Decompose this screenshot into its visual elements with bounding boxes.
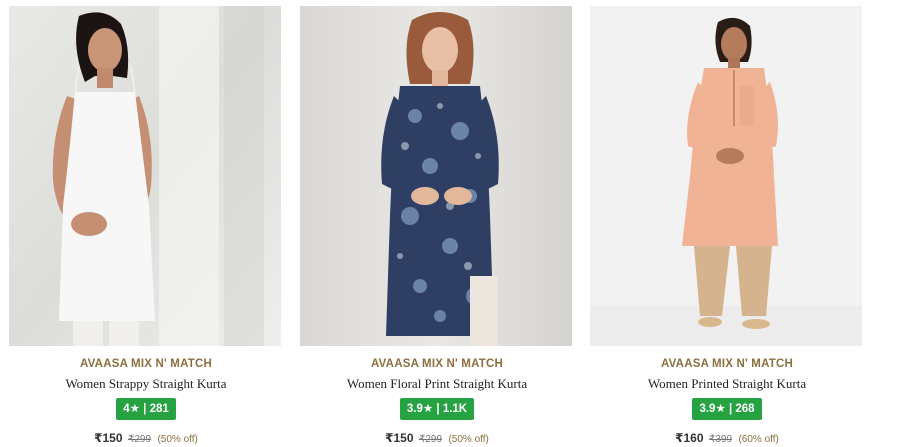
mrp-price: ₹299: [418, 434, 443, 445]
discount-label: (50% off): [448, 434, 489, 445]
rating-value: 3.9: [406, 403, 423, 415]
product-photo-white-kurta: [9, 6, 281, 346]
product-name[interactable]: Women Floral Print Straight Kurta: [300, 376, 574, 392]
rating-badge: 3.9★ | 1.1K: [399, 398, 475, 420]
rating-wrapper: 3.9★ | 1.1K: [300, 398, 574, 420]
rating-separator: |: [143, 403, 147, 415]
price-row: ₹150 ₹299 (50% off): [9, 429, 283, 447]
product-brand: AVAASA MIX N' MATCH: [661, 358, 793, 370]
rating-wrapper: 4★ | 281: [9, 398, 283, 420]
star-icon: ★: [715, 403, 726, 415]
rating-wrapper: 3.9★ | 268: [590, 398, 864, 420]
selling-price: ₹150: [385, 431, 414, 445]
product-name[interactable]: Women Strappy Straight Kurta: [9, 376, 283, 392]
price-row: ₹160 ₹399 (60% off): [590, 429, 864, 447]
product-card[interactable]: AVAASA MIX N' MATCH Women Printed Straig…: [590, 6, 864, 447]
rating-count: 268: [735, 403, 755, 415]
product-photo-floral-kurta: [300, 6, 572, 346]
product-card[interactable]: AVAASA MIX N' MATCH Women Floral Print S…: [300, 6, 574, 447]
product-brand: AVAASA MIX N' MATCH: [80, 358, 212, 370]
product-image[interactable]: [9, 6, 281, 346]
rating-count: 281: [149, 403, 169, 415]
selling-price: ₹160: [675, 431, 704, 445]
rating-count: 1.1K: [442, 403, 468, 415]
product-brand: AVAASA MIX N' MATCH: [371, 358, 503, 370]
product-photo-peach-kurta: [590, 6, 862, 346]
product-image[interactable]: [300, 6, 572, 346]
star-icon: ★: [422, 403, 434, 415]
price-row: ₹150 ₹299 (50% off): [300, 429, 574, 447]
mrp-price: ₹299: [127, 434, 152, 445]
selling-price: ₹150: [94, 431, 123, 445]
product-name[interactable]: Women Printed Straight Kurta: [590, 376, 864, 392]
product-grid: AVAASA MIX N' MATCH Women Strappy Straig…: [0, 0, 897, 447]
rating-value: 3.9: [699, 403, 716, 415]
mrp-price: ₹399: [708, 434, 733, 445]
rating-separator: |: [728, 403, 733, 415]
rating-badge: 3.9★ | 268: [692, 398, 762, 420]
star-icon: ★: [129, 403, 140, 415]
rating-separator: |: [436, 403, 440, 415]
discount-label: (50% off): [157, 434, 198, 445]
product-card[interactable]: AVAASA MIX N' MATCH Women Strappy Straig…: [9, 6, 283, 447]
rating-badge: 4★ | 281: [116, 398, 176, 420]
product-image[interactable]: [590, 6, 862, 346]
discount-label: (60% off): [738, 434, 779, 445]
